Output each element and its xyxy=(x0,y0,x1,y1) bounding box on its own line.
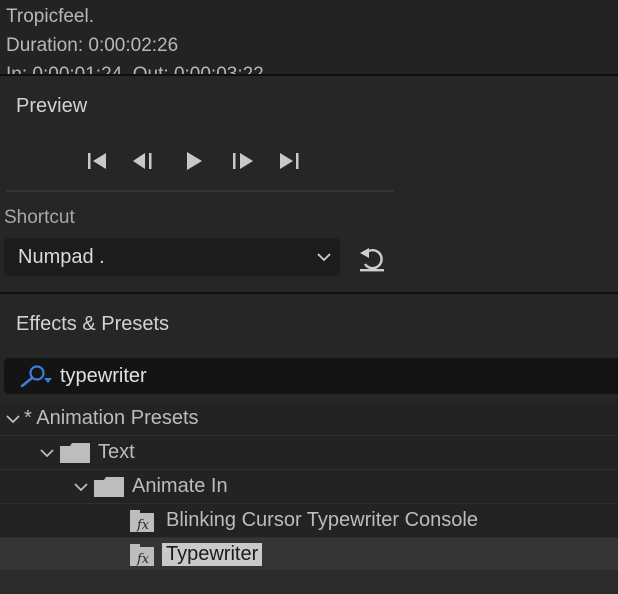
chevron-down-icon[interactable] xyxy=(40,448,54,458)
next-frame-icon xyxy=(233,153,253,169)
tree-item-typewriter[interactable]: fx Typewriter xyxy=(0,538,618,572)
chevron-down-icon[interactable] xyxy=(6,414,20,424)
effects-presets-title: Effects & Presets xyxy=(16,313,170,335)
info-in-out: In: 0:00:01:24, Out: 0:00:03:22 xyxy=(6,64,264,74)
search-icon xyxy=(20,365,52,388)
shortcut-value: Numpad . xyxy=(18,246,105,268)
search-input[interactable]: typewriter xyxy=(4,358,618,394)
chevron-down-icon xyxy=(317,253,331,262)
shortcut-dropdown[interactable]: Numpad . xyxy=(4,238,340,276)
tree-item-label: Animate In xyxy=(132,475,228,497)
tree-item-blinking-cursor-typewriter-console[interactable]: fx Blinking Cursor Typewriter Console xyxy=(0,504,618,538)
tree-item-animate-in[interactable]: Animate In xyxy=(0,470,618,504)
preview-title: Preview xyxy=(16,95,88,117)
play-button[interactable] xyxy=(178,147,210,175)
tree-item-label: Blinking Cursor Typewriter Console xyxy=(166,509,478,531)
play-icon xyxy=(187,152,202,170)
preview-divider xyxy=(6,190,394,192)
previous-frame-button[interactable] xyxy=(128,147,160,175)
shortcut-label: Shortcut xyxy=(4,207,75,228)
tree-item-text[interactable]: Text xyxy=(0,436,618,470)
first-frame-icon xyxy=(88,153,106,169)
next-frame-button[interactable] xyxy=(226,147,258,175)
previous-frame-icon xyxy=(133,153,152,169)
info-comp-name: Tropicfeel. xyxy=(6,6,94,27)
tree-item-label: * Animation Presets xyxy=(24,407,199,429)
reset-icon xyxy=(360,248,384,272)
info-duration: Duration: 0:00:02:26 xyxy=(6,35,179,56)
preset-fx-icon: fx xyxy=(130,544,154,566)
folder-icon xyxy=(94,477,124,497)
first-frame-button[interactable] xyxy=(82,147,114,175)
svg-text:fx: fx xyxy=(136,518,150,532)
tree-item-label: Typewriter xyxy=(162,543,263,566)
reset-shortcut-button[interactable] xyxy=(356,244,388,274)
last-frame-button[interactable] xyxy=(274,147,306,175)
preset-fx-icon: fx xyxy=(130,510,154,532)
tree-item-label: Text xyxy=(98,441,135,463)
tree-item-animation-presets[interactable]: * Animation Presets xyxy=(0,402,618,436)
info-panel: Tropicfeel. Duration: 0:00:02:26 In: 0:0… xyxy=(0,0,618,74)
panel-footer xyxy=(0,570,618,594)
svg-text:fx: fx xyxy=(136,552,150,566)
effects-presets-panel: Effects & Presets typewriter * Animation… xyxy=(0,294,618,594)
preview-panel: Preview Shortcut Numpad . xyxy=(0,76,618,292)
search-value: typewriter xyxy=(60,365,147,387)
folder-icon xyxy=(60,443,90,463)
last-frame-icon xyxy=(280,153,299,169)
chevron-down-icon[interactable] xyxy=(74,482,88,492)
